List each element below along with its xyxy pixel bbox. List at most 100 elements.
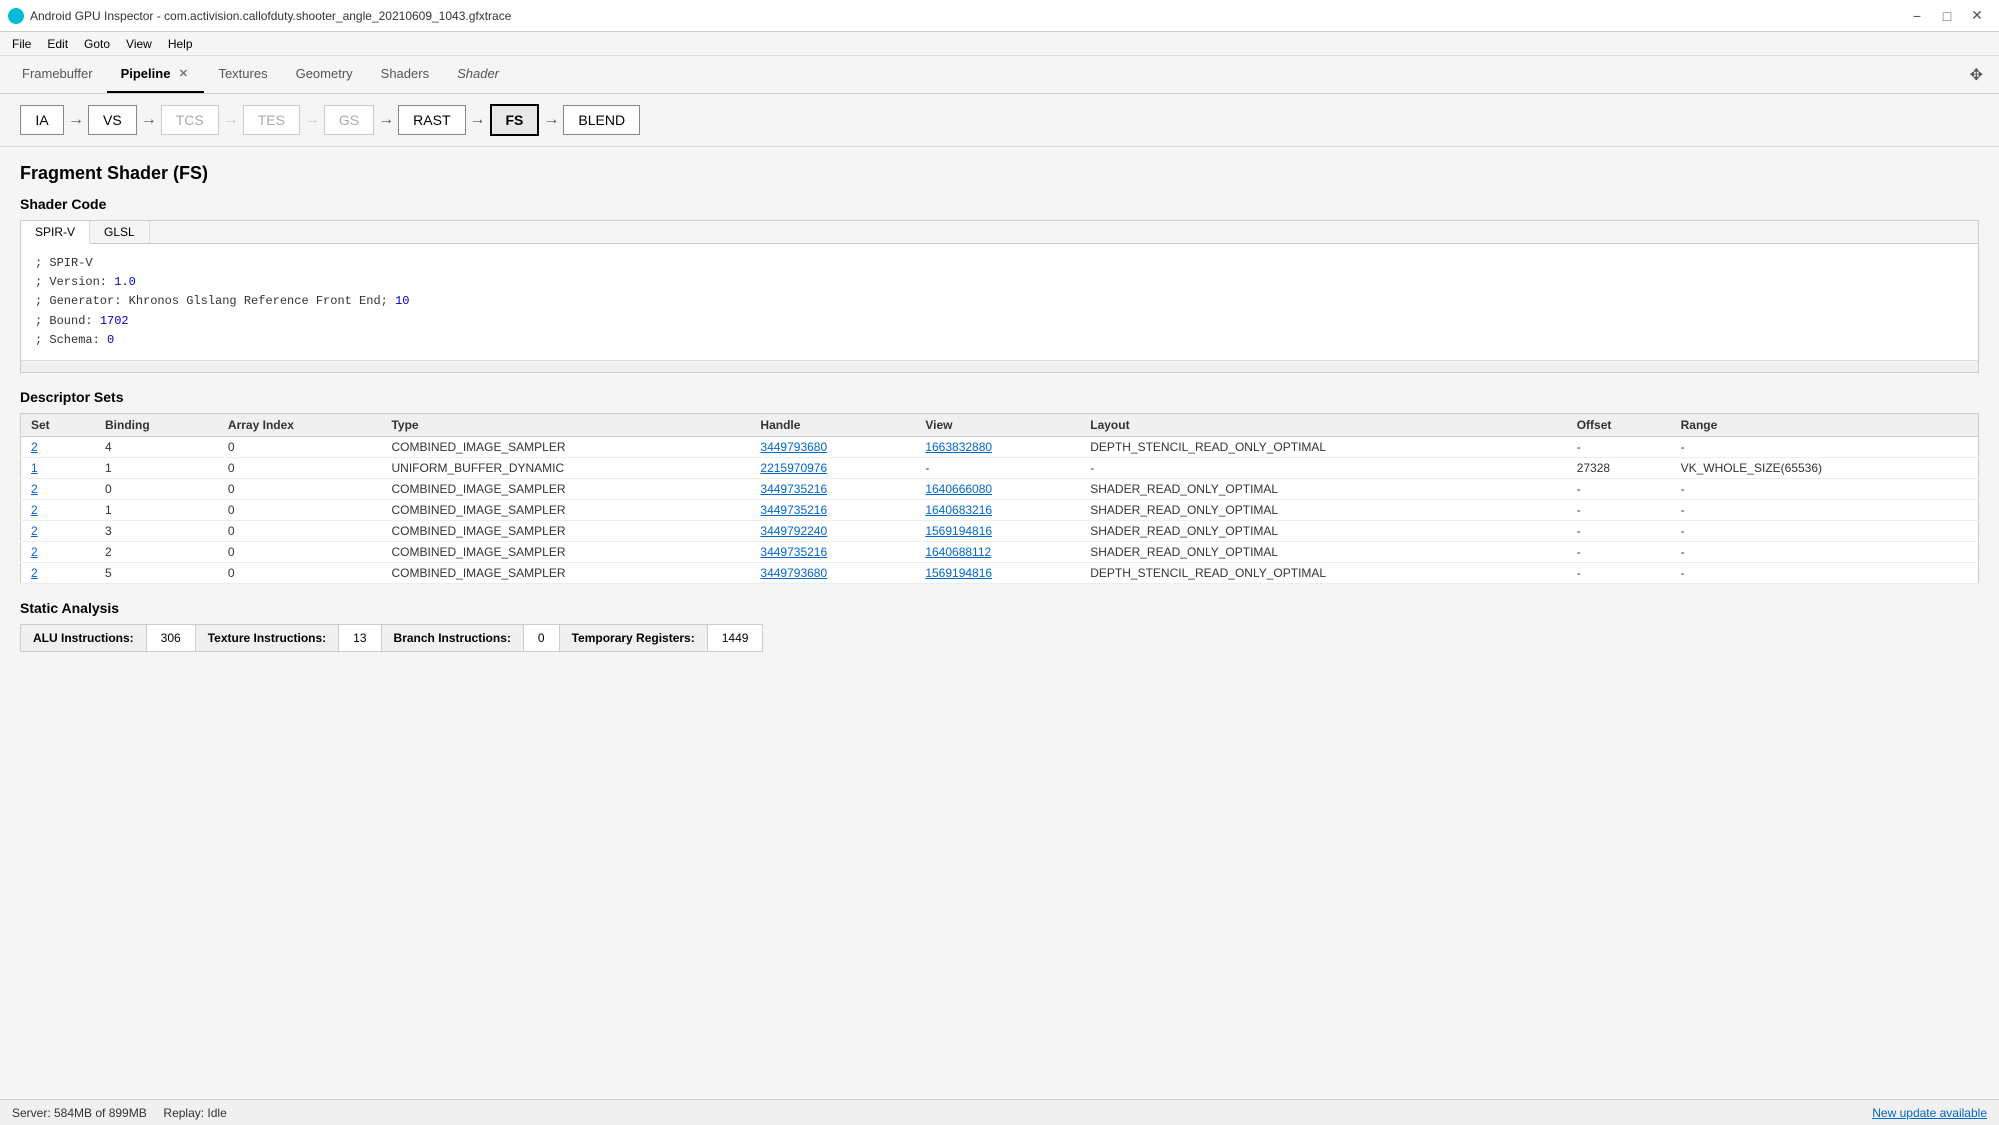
- cell-range: VK_WHOLE_SIZE(65536): [1671, 457, 1979, 478]
- pipeline-stages-bar: IA → VS → TCS → TES → GS → RAST → FS → B…: [0, 94, 1999, 147]
- table-row: 240COMBINED_IMAGE_SAMPLER344979368016638…: [21, 436, 1979, 457]
- cell-view: 1640683216: [915, 499, 1080, 520]
- shader-code-hscroll[interactable]: [21, 360, 1978, 372]
- tab-textures[interactable]: Textures: [204, 56, 281, 93]
- shader-code-title: Shader Code: [20, 196, 1979, 212]
- stage-TES[interactable]: TES: [243, 105, 300, 135]
- stat-label: Temporary Registers:: [560, 625, 708, 651]
- cell-handle: 3449735216: [750, 478, 915, 499]
- menu-view[interactable]: View: [118, 35, 160, 53]
- col-binding: Binding: [95, 413, 218, 436]
- code-line-4: ; Bound: 1702: [35, 312, 1964, 331]
- cell-view: 1569194816: [915, 562, 1080, 583]
- cell-range: -: [1671, 436, 1979, 457]
- cell-range: -: [1671, 562, 1979, 583]
- col-offset: Offset: [1567, 413, 1671, 436]
- cell-layout: SHADER_READ_ONLY_OPTIMAL: [1080, 541, 1566, 562]
- main-content: Fragment Shader (FS) Shader Code SPIR-V …: [0, 147, 1999, 1099]
- cell-view: 1640666080: [915, 478, 1080, 499]
- cell-set: 2: [21, 562, 96, 583]
- col-handle: Handle: [750, 413, 915, 436]
- descriptor-sets-title: Descriptor Sets: [20, 389, 1979, 405]
- menu-bar: File Edit Goto View Help: [0, 32, 1999, 56]
- stage-GS[interactable]: GS: [324, 105, 374, 135]
- close-button[interactable]: ✕: [1963, 5, 1991, 27]
- cell-offset: -: [1567, 541, 1671, 562]
- arrow-3: →: [219, 111, 243, 129]
- arrow-2: →: [137, 111, 161, 129]
- cell-set: 2: [21, 541, 96, 562]
- arrow-5: →: [374, 111, 398, 129]
- cell-handle: 3449793680: [750, 436, 915, 457]
- cell-type: COMBINED_IMAGE_SAMPLER: [381, 541, 750, 562]
- cell-handle: 3449735216: [750, 499, 915, 520]
- stage-BLEND[interactable]: BLEND: [563, 105, 640, 135]
- stage-TCS[interactable]: TCS: [161, 105, 219, 135]
- code-line-1: ; SPIR-V: [35, 254, 1964, 273]
- cell-set: 2: [21, 499, 96, 520]
- tab-pipeline-close[interactable]: ✕: [176, 67, 190, 81]
- table-row: 210COMBINED_IMAGE_SAMPLER344973521616406…: [21, 499, 1979, 520]
- cell-offset: -: [1567, 436, 1671, 457]
- cell-binding: 1: [95, 457, 218, 478]
- table-row: 230COMBINED_IMAGE_SAMPLER344979224015691…: [21, 520, 1979, 541]
- maximize-button[interactable]: □: [1933, 5, 1961, 27]
- cell-array-index: 0: [218, 562, 382, 583]
- tab-shader[interactable]: Shader: [443, 56, 513, 93]
- minimize-button[interactable]: −: [1903, 5, 1931, 27]
- cell-array-index: 0: [218, 499, 382, 520]
- cell-offset: -: [1567, 478, 1671, 499]
- cell-offset: -: [1567, 562, 1671, 583]
- shader-code-body[interactable]: ; SPIR-V ; Version: 1.0 ; Generator: Khr…: [21, 244, 1978, 360]
- cell-handle: 3449793680: [750, 562, 915, 583]
- cell-offset: -: [1567, 520, 1671, 541]
- code-line-2: ; Version: 1.0: [35, 273, 1964, 292]
- stat-label: Texture Instructions:: [196, 625, 339, 651]
- col-range: Range: [1671, 413, 1979, 436]
- col-type: Type: [381, 413, 750, 436]
- cell-offset: -: [1567, 499, 1671, 520]
- title-bar-left: Android GPU Inspector - com.activision.c…: [8, 8, 511, 24]
- menu-help[interactable]: Help: [160, 35, 201, 53]
- shader-code-tabs: SPIR-V GLSL: [21, 221, 1978, 244]
- cell-binding: 1: [95, 499, 218, 520]
- cell-type: COMBINED_IMAGE_SAMPLER: [381, 562, 750, 583]
- cell-layout: SHADER_READ_ONLY_OPTIMAL: [1080, 520, 1566, 541]
- stage-IA[interactable]: IA: [20, 105, 64, 135]
- app-icon: [8, 8, 24, 24]
- cell-array-index: 0: [218, 478, 382, 499]
- cell-range: -: [1671, 499, 1979, 520]
- cell-set: 2: [21, 478, 96, 499]
- menu-edit[interactable]: Edit: [39, 35, 76, 53]
- tab-geometry[interactable]: Geometry: [282, 56, 367, 93]
- cell-view: 1640688112: [915, 541, 1080, 562]
- shader-tab-spirv[interactable]: SPIR-V: [21, 221, 90, 244]
- cell-array-index: 0: [218, 541, 382, 562]
- stat-value: 0: [524, 625, 560, 651]
- stat-value: 13: [339, 625, 381, 651]
- cell-layout: SHADER_READ_ONLY_OPTIMAL: [1080, 478, 1566, 499]
- cell-layout: DEPTH_STENCIL_READ_ONLY_OPTIMAL: [1080, 562, 1566, 583]
- descriptor-table-header: Set Binding Array Index Type Handle View…: [21, 413, 1979, 436]
- col-layout: Layout: [1080, 413, 1566, 436]
- menu-goto[interactable]: Goto: [76, 35, 118, 53]
- stage-RAST[interactable]: RAST: [398, 105, 465, 135]
- new-update-link[interactable]: New update available: [1872, 1106, 1987, 1120]
- tab-pipeline[interactable]: Pipeline ✕: [107, 56, 205, 93]
- cell-type: UNIFORM_BUFFER_DYNAMIC: [381, 457, 750, 478]
- stat-label: Branch Instructions:: [382, 625, 524, 651]
- tab-framebuffer[interactable]: Framebuffer: [8, 56, 107, 93]
- title-bar-controls: − □ ✕: [1903, 5, 1991, 27]
- stage-VS[interactable]: VS: [88, 105, 137, 135]
- cell-handle: 2215970976: [750, 457, 915, 478]
- shader-tab-glsl[interactable]: GLSL: [90, 221, 150, 243]
- cell-binding: 0: [95, 478, 218, 499]
- tab-shaders[interactable]: Shaders: [367, 56, 443, 93]
- status-server: Server: 584MB of 899MB Replay: Idle: [12, 1106, 227, 1120]
- tab-bar: Framebuffer Pipeline ✕ Textures Geometry…: [0, 56, 1999, 94]
- stage-FS[interactable]: FS: [490, 104, 540, 136]
- expand-button[interactable]: ✥: [1962, 56, 1991, 93]
- cell-range: -: [1671, 541, 1979, 562]
- menu-file[interactable]: File: [4, 35, 39, 53]
- descriptor-sets-section: Descriptor Sets Set Binding Array Index …: [20, 389, 1979, 584]
